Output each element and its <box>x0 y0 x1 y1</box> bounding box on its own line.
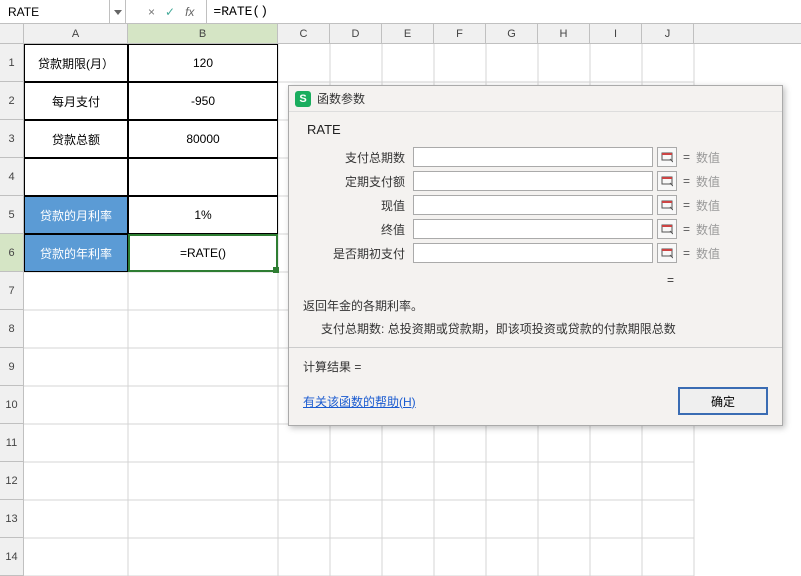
arg-row-2: 现值 =数值 <box>303 195 768 215</box>
name-box[interactable]: RATE <box>0 0 110 23</box>
arg-label: 是否期初支付 <box>303 245 413 262</box>
cell-B3[interactable]: 80000 <box>128 120 278 158</box>
row-header-2[interactable]: 2 <box>0 82 24 120</box>
arg-input-1[interactable] <box>413 171 653 191</box>
argument-description: 支付总期数: 总投资期或贷款期，即该项投资或贷款的付款期限总数 <box>321 320 768 337</box>
formula-bar-buttons: × ✓ fx <box>136 0 207 23</box>
row-header-14[interactable]: 14 <box>0 538 24 576</box>
col-header-D[interactable]: D <box>330 24 382 43</box>
arg-input-4[interactable] <box>413 243 653 263</box>
arg-eq: = <box>677 198 696 212</box>
cell-B6[interactable]: =RATE() <box>128 234 278 272</box>
cell-A4[interactable] <box>24 158 128 196</box>
arg-label: 现值 <box>303 197 413 214</box>
formula-bar: RATE × ✓ fx =RATE() <box>0 0 801 24</box>
arg-hint: 数值 <box>696 245 720 262</box>
range-picker-icon[interactable] <box>657 147 677 167</box>
arg-row-1: 定期支付额 =数值 <box>303 171 768 191</box>
arg-eq: = <box>677 246 696 260</box>
arg-hint: 数值 <box>696 173 720 190</box>
range-picker-icon[interactable] <box>657 171 677 191</box>
function-result-eq: = <box>303 267 768 289</box>
arg-row-4: 是否期初支付 =数值 <box>303 243 768 263</box>
col-header-H[interactable]: H <box>538 24 590 43</box>
row-headers: 1234567891011121314 <box>0 44 24 576</box>
row-header-1[interactable]: 1 <box>0 44 24 82</box>
cell-A5[interactable]: 贷款的月利率 <box>24 196 128 234</box>
range-picker-icon[interactable] <box>657 195 677 215</box>
arg-input-2[interactable] <box>413 195 653 215</box>
col-header-E[interactable]: E <box>382 24 434 43</box>
arg-hint: 数值 <box>696 149 720 166</box>
fill-handle[interactable] <box>273 267 279 273</box>
row-header-3[interactable]: 3 <box>0 120 24 158</box>
cell-A1[interactable]: 贷款期限(月） <box>24 44 128 82</box>
arg-row-3: 终值 =数值 <box>303 219 768 239</box>
range-picker-icon[interactable] <box>657 219 677 239</box>
arg-label: 支付总期数 <box>303 149 413 166</box>
select-all-corner[interactable] <box>0 24 24 43</box>
function-name: RATE <box>303 120 768 143</box>
cancel-icon[interactable]: × <box>148 5 155 19</box>
row-header-12[interactable]: 12 <box>0 462 24 500</box>
col-header-B[interactable]: B <box>128 24 278 43</box>
ok-button[interactable]: 确定 <box>678 387 768 415</box>
row-header-5[interactable]: 5 <box>0 196 24 234</box>
function-arguments-dialog: S 函数参数 RATE 支付总期数=数值定期支付额=数值现值=数值终值=数值是否… <box>288 85 783 426</box>
arg-label: 定期支付额 <box>303 173 413 190</box>
cell-A3[interactable]: 贷款总额 <box>24 120 128 158</box>
column-headers: ABCDEFGHIJ <box>0 24 801 44</box>
row-header-13[interactable]: 13 <box>0 500 24 538</box>
row-header-10[interactable]: 10 <box>0 386 24 424</box>
row-header-11[interactable]: 11 <box>0 424 24 462</box>
cell-A2[interactable]: 每月支付 <box>24 82 128 120</box>
app-icon: S <box>295 91 311 107</box>
arg-input-0[interactable] <box>413 147 653 167</box>
dialog-titlebar[interactable]: S 函数参数 <box>289 86 782 112</box>
calc-result: 计算结果 = <box>303 352 768 381</box>
fx-icon[interactable]: fx <box>185 5 194 19</box>
arg-hint: 数值 <box>696 221 720 238</box>
help-link[interactable]: 有关该函数的帮助(H) <box>303 393 416 410</box>
col-header-I[interactable]: I <box>590 24 642 43</box>
cell-B2[interactable]: -950 <box>128 82 278 120</box>
enter-icon[interactable]: ✓ <box>165 5 175 19</box>
col-header-G[interactable]: G <box>486 24 538 43</box>
arg-row-0: 支付总期数 =数值 <box>303 147 768 167</box>
arg-eq: = <box>677 174 696 188</box>
cell-A6[interactable]: 贷款的年利率 <box>24 234 128 272</box>
col-header-F[interactable]: F <box>434 24 486 43</box>
arg-input-3[interactable] <box>413 219 653 239</box>
arg-eq: = <box>677 150 696 164</box>
col-header-J[interactable]: J <box>642 24 694 43</box>
function-description: 返回年金的各期利率。 <box>303 297 768 314</box>
row-header-6[interactable]: 6 <box>0 234 24 272</box>
row-header-7[interactable]: 7 <box>0 272 24 310</box>
cell-B1[interactable]: 120 <box>128 44 278 82</box>
arg-label: 终值 <box>303 221 413 238</box>
row-header-8[interactable]: 8 <box>0 310 24 348</box>
arg-eq: = <box>677 222 696 236</box>
col-header-C[interactable]: C <box>278 24 330 43</box>
arg-hint: 数值 <box>696 197 720 214</box>
row-header-4[interactable]: 4 <box>0 158 24 196</box>
name-box-dropdown[interactable] <box>110 0 126 23</box>
dialog-title: 函数参数 <box>317 90 365 107</box>
range-picker-icon[interactable] <box>657 243 677 263</box>
col-header-A[interactable]: A <box>24 24 128 43</box>
cell-B5[interactable]: 1% <box>128 196 278 234</box>
cell-B4[interactable] <box>128 158 278 196</box>
row-header-9[interactable]: 9 <box>0 348 24 386</box>
formula-input[interactable]: =RATE() <box>207 0 801 23</box>
